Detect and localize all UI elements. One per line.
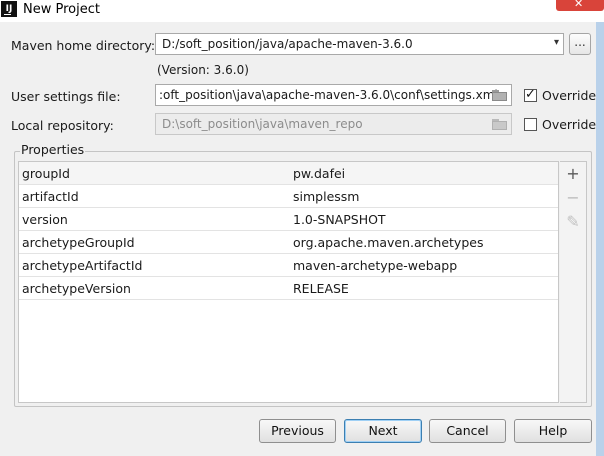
table-row[interactable]: archetypeArtifactId maven-archetype-weba… xyxy=(19,254,558,277)
local-repository-value: D:\soft_position\java\maven_repo xyxy=(162,117,363,131)
user-settings-field[interactable]: :oft_position\java\apache-maven-3.6.0\co… xyxy=(155,84,512,106)
maven-home-label: Maven home directory: xyxy=(11,38,156,53)
properties-title: Properties xyxy=(20,142,86,157)
table-row[interactable]: groupId pw.dafei xyxy=(19,162,558,185)
table-row[interactable]: archetypeGroupId org.apache.maven.archet… xyxy=(19,231,558,254)
local-repository-label: Local repository: xyxy=(11,118,114,133)
maven-version-text: (Version: 3.6.0) xyxy=(157,63,249,77)
property-key: artifactId xyxy=(22,189,79,204)
window-frame-edge xyxy=(596,22,604,456)
intellij-icon: IJ xyxy=(1,1,17,17)
property-key: version xyxy=(22,212,68,227)
table-row[interactable]: archetypeVersion RELEASE xyxy=(19,277,558,300)
property-value[interactable]: org.apache.maven.archetypes xyxy=(293,235,483,250)
maven-home-combo[interactable]: D:/soft_position/java/apache-maven-3.6.0… xyxy=(155,33,564,55)
table-row[interactable]: artifactId simplessm xyxy=(19,185,558,208)
help-button[interactable]: Help xyxy=(514,419,592,443)
property-value[interactable]: RELEASE xyxy=(293,281,349,296)
user-settings-label: User settings file: xyxy=(11,89,121,104)
local-repository-override-label: Override xyxy=(542,117,597,132)
pencil-icon[interactable]: ✎ xyxy=(564,213,582,231)
property-key: archetypeVersion xyxy=(22,281,131,296)
ellipsis-icon: ... xyxy=(574,35,586,49)
chevron-down-icon[interactable]: ▾ xyxy=(554,37,559,48)
folder-icon xyxy=(492,119,507,130)
property-value[interactable]: simplessm xyxy=(293,189,359,204)
folder-icon[interactable] xyxy=(492,90,507,101)
table-row[interactable]: version 1.0-SNAPSHOT xyxy=(19,208,558,231)
minus-icon[interactable]: − xyxy=(564,189,582,207)
properties-table: groupId pw.dafei artifactId simplessm ve… xyxy=(18,161,559,403)
maven-home-value: D:/soft_position/java/apache-maven-3.6.0 xyxy=(162,37,413,51)
user-settings-value: :oft_position\java\apache-maven-3.6.0\co… xyxy=(159,88,498,102)
property-value[interactable]: 1.0-SNAPSHOT xyxy=(293,212,386,227)
checkmark-icon: ✓ xyxy=(525,87,536,102)
title-bar: IJ New Project ✕ xyxy=(0,0,604,22)
local-repository-field: D:\soft_position\java\maven_repo xyxy=(155,113,512,135)
browse-button[interactable]: ... xyxy=(569,33,591,55)
window-title: New Project xyxy=(23,2,100,17)
property-key: archetypeArtifactId xyxy=(22,258,143,273)
properties-toolbar: + − ✎ xyxy=(560,161,587,403)
next-button[interactable]: Next xyxy=(344,419,422,443)
property-value[interactable]: maven-archetype-webapp xyxy=(293,258,457,273)
close-button[interactable]: ✕ xyxy=(556,0,604,11)
close-icon: ✕ xyxy=(574,0,584,10)
property-key: archetypeGroupId xyxy=(22,235,135,250)
previous-button[interactable]: Previous xyxy=(259,419,336,443)
user-settings-override-label: Override xyxy=(542,88,597,103)
plus-icon[interactable]: + xyxy=(564,165,582,183)
cancel-button[interactable]: Cancel xyxy=(429,419,506,443)
local-repository-override-checkbox[interactable] xyxy=(524,118,537,131)
property-value[interactable]: pw.dafei xyxy=(293,166,345,181)
user-settings-override-checkbox[interactable]: ✓ xyxy=(524,87,537,102)
property-key: groupId xyxy=(22,166,70,181)
